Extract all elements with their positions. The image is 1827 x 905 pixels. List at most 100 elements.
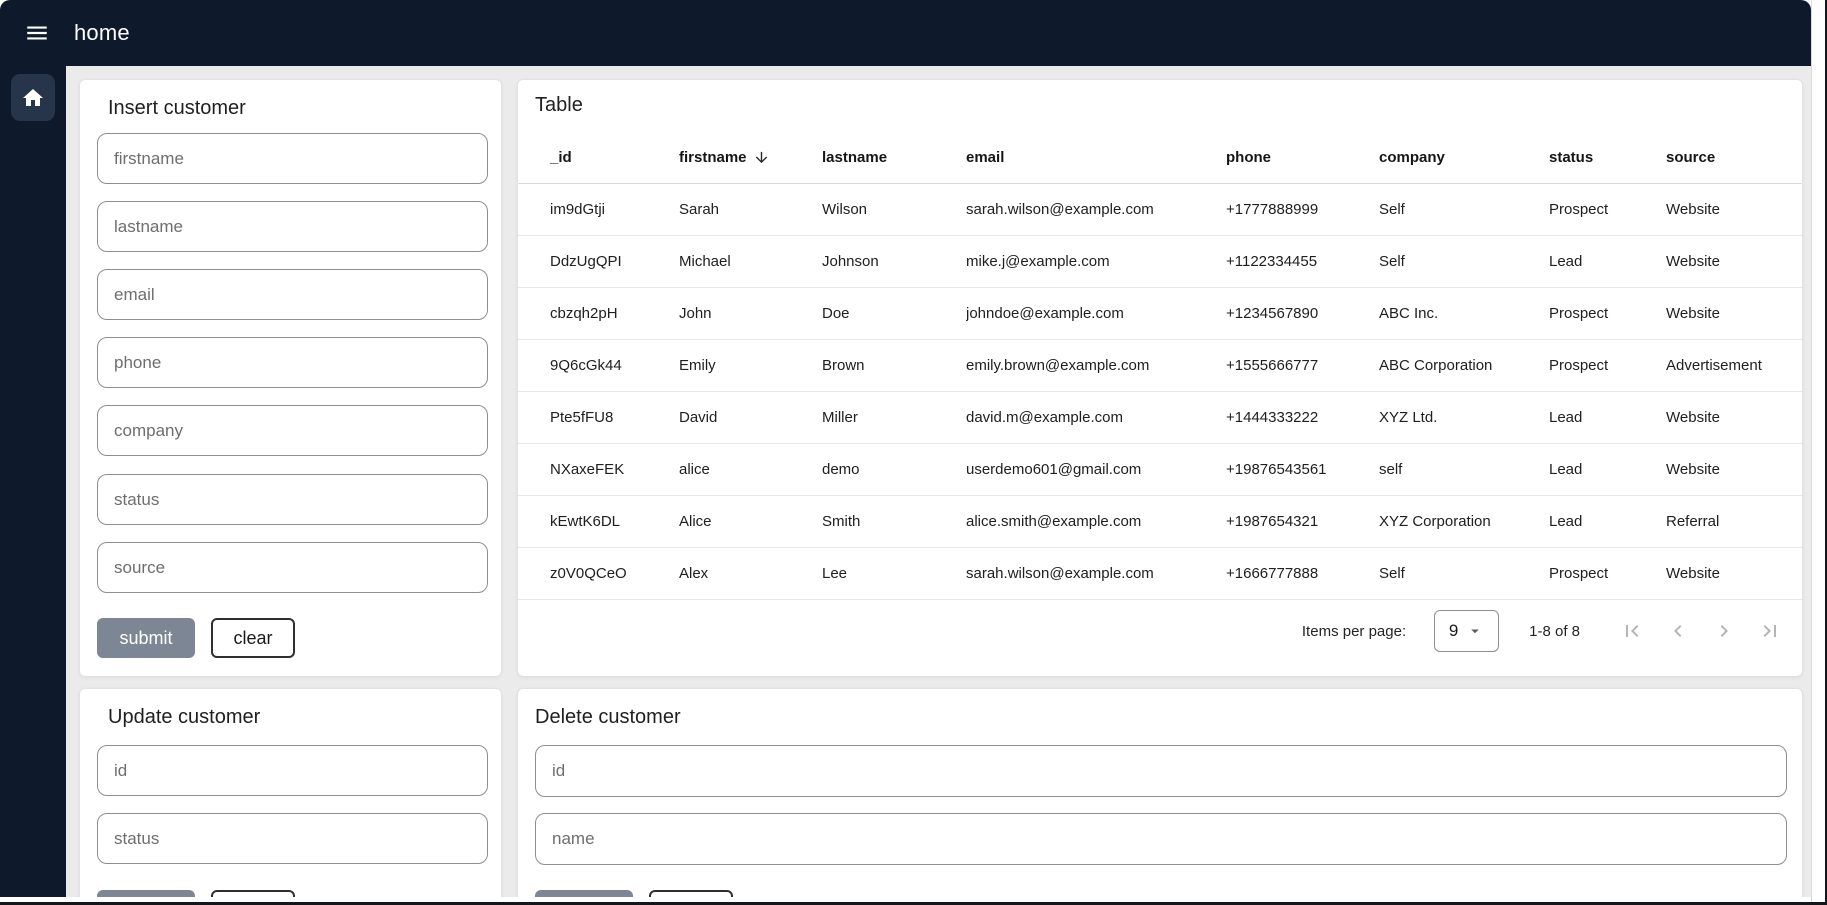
column-header-email[interactable]: email: [966, 149, 1226, 166]
table-cell: z0V0QCeO: [550, 565, 679, 582]
table-cell: ABC Inc.: [1379, 305, 1549, 322]
insert-customer-card: Insert customer submit clear: [79, 79, 502, 677]
table-cell: Alex: [679, 565, 822, 582]
sort-desc-icon: [753, 149, 770, 166]
first-page-button[interactable]: [1620, 619, 1644, 643]
column-header-company[interactable]: company: [1379, 149, 1549, 166]
sidebar-item-home[interactable]: [11, 74, 55, 121]
column-header-source[interactable]: source: [1666, 149, 1782, 166]
table-row: cbzqh2pHJohnDoejohndoe@example.com+12345…: [518, 288, 1802, 340]
page-title: home: [74, 20, 130, 46]
table-row: kEwtK6DLAliceSmithalice.smith@example.co…: [518, 496, 1802, 548]
update-id-input[interactable]: [97, 745, 488, 796]
column-header-label: _id: [550, 149, 572, 166]
table-cell: ABC Corporation: [1379, 357, 1549, 374]
insert-buttons: submit clear: [97, 618, 295, 658]
table-cell: Prospect: [1549, 305, 1666, 322]
table-cell: kEwtK6DL: [550, 513, 679, 530]
table-cell: Alice: [679, 513, 822, 530]
table-cell: XYZ Ltd.: [1379, 409, 1549, 426]
table-cell: John: [679, 305, 822, 322]
table-cell: alice: [679, 461, 822, 478]
delete-name-input[interactable]: [535, 813, 1787, 865]
phone-input[interactable]: [97, 337, 488, 388]
vertical-scrollbar[interactable]: [1811, 0, 1825, 902]
table-cell: David: [679, 409, 822, 426]
table-cell: Doe: [822, 305, 966, 322]
topbar: home: [0, 0, 1811, 66]
firstname-input[interactable]: [97, 133, 488, 184]
range-label: 1-8 of 8: [1529, 623, 1580, 640]
table-cell: sarah.wilson@example.com: [966, 201, 1226, 218]
previous-page-button[interactable]: [1666, 619, 1690, 643]
delete-submit-button[interactable]: submit: [535, 890, 633, 897]
update-submit-button[interactable]: submit: [97, 890, 195, 897]
insert-clear-button[interactable]: clear: [211, 618, 295, 658]
lastname-input[interactable]: [97, 201, 488, 252]
table-cell: Emily: [679, 357, 822, 374]
hamburger-icon: [24, 20, 50, 46]
table-cell: Self: [1379, 565, 1549, 582]
column-header-status[interactable]: status: [1549, 149, 1666, 166]
delete-clear-button[interactable]: clear: [649, 890, 733, 897]
table-cell: Lead: [1549, 409, 1666, 426]
column-header-id[interactable]: _id: [550, 149, 679, 166]
column-header-label: email: [966, 149, 1004, 166]
table-cell: Wilson: [822, 201, 966, 218]
table-cell: mike.j@example.com: [966, 253, 1226, 270]
page-size-select[interactable]: 9: [1434, 610, 1499, 652]
column-header-label: phone: [1226, 149, 1271, 166]
page-size-value: 9: [1449, 621, 1458, 641]
table-cell: Self: [1379, 201, 1549, 218]
column-header-lastname[interactable]: lastname: [822, 149, 966, 166]
column-header-phone[interactable]: phone: [1226, 149, 1379, 166]
table-cell: cbzqh2pH: [550, 305, 679, 322]
table-cell: self: [1379, 461, 1549, 478]
column-header-firstname[interactable]: firstname: [679, 149, 822, 166]
table-cell: alice.smith@example.com: [966, 513, 1226, 530]
horizontal-scrollbar[interactable]: [0, 897, 1811, 905]
table-cell: david.m@example.com: [966, 409, 1226, 426]
table-cell: Lead: [1549, 253, 1666, 270]
update-clear-button[interactable]: clear: [211, 890, 295, 897]
table-cell: +1777888999: [1226, 201, 1379, 218]
table-cell: +19876543561: [1226, 461, 1379, 478]
source-input[interactable]: [97, 542, 488, 593]
table-cell: Prospect: [1549, 357, 1666, 374]
table-cell: XYZ Corporation: [1379, 513, 1549, 530]
table-cell: NXaxeFEK: [550, 461, 679, 478]
table-cell: Website: [1666, 409, 1782, 426]
table-cell: DdzUgQPI: [550, 253, 679, 270]
table-cell: johndoe@example.com: [966, 305, 1226, 322]
last-page-button[interactable]: [1758, 619, 1782, 643]
email-input[interactable]: [97, 269, 488, 320]
table-cell: Self: [1379, 253, 1549, 270]
insert-submit-button[interactable]: submit: [97, 618, 195, 658]
table-body: im9dGtjiSarahWilsonsarah.wilson@example.…: [518, 184, 1802, 600]
table-cell: +1444333222: [1226, 409, 1379, 426]
status-input[interactable]: [97, 474, 488, 525]
delete-customer-card: Delete customer submit clear: [517, 688, 1803, 897]
table-cell: +1987654321: [1226, 513, 1379, 530]
update-card-title: Update customer: [108, 706, 260, 729]
items-per-page-label: Items per page:: [1302, 623, 1406, 640]
table-row: NXaxeFEKalicedemouserdemo601@gmail.com+1…: [518, 444, 1802, 496]
delete-id-input[interactable]: [535, 745, 1787, 797]
chevron-down-icon: [1466, 622, 1484, 640]
table-cell: im9dGtji: [550, 201, 679, 218]
table-cell: Advertisement: [1666, 357, 1782, 374]
next-page-button[interactable]: [1712, 619, 1736, 643]
sidebar: [0, 66, 66, 897]
menu-icon[interactable]: [22, 18, 52, 48]
company-input[interactable]: [97, 405, 488, 456]
update-status-input[interactable]: [97, 813, 488, 864]
column-header-label: company: [1379, 149, 1445, 166]
table-cell: Website: [1666, 461, 1782, 478]
table-cell: Pte5fFU8: [550, 409, 679, 426]
table-row: 9Q6cGk44EmilyBrownemily.brown@example.co…: [518, 340, 1802, 392]
table-cell: Michael: [679, 253, 822, 270]
table-cell: Lead: [1549, 513, 1666, 530]
first-page-icon: [1620, 619, 1644, 643]
column-header-label: source: [1666, 149, 1715, 166]
app-window: home Insert customer submit clear Table: [0, 0, 1827, 905]
